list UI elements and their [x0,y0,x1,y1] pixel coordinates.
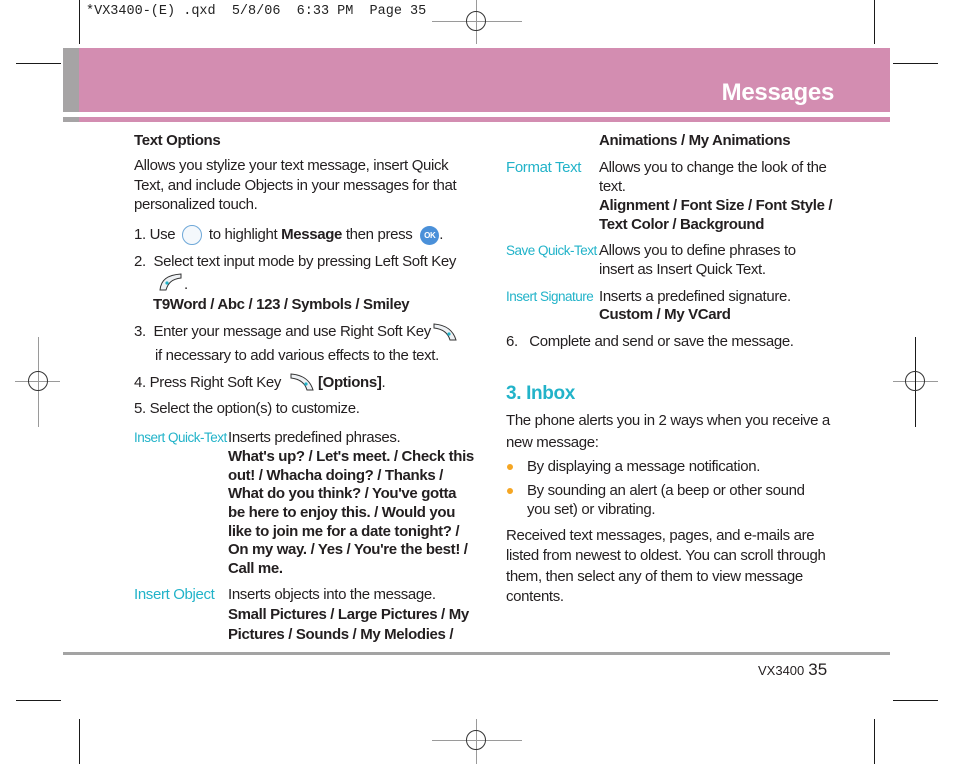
inbox-body: them, then select any of them to view me… [506,568,803,585]
option-values: Custom / My VCard [599,306,731,323]
option-desc: Inserts a predefined signature. [599,288,791,305]
page-title: Messages [721,79,835,106]
option-values: like to join me for a date tonight? / [228,523,460,540]
crop-mark [16,700,61,701]
step-1: 1. Use to highlight Message then press O… [134,225,443,246]
step-text: to highlight [208,226,278,243]
option-desc: Allows you to define phrases to [599,242,796,259]
step-6: 6. Complete and send or save the message… [506,332,794,352]
step-5: 5. Select the option(s) to customize. [134,399,360,419]
right-soft-key-icon [432,322,458,347]
bullet-icon [507,488,513,494]
header-strip-tab [63,117,79,122]
inbox-intro: new message: [506,434,599,451]
option-values: Animations / My Animations [599,132,791,149]
step-number: 6. [506,333,518,350]
intro-line: Allows you stylize your text message, in… [134,157,449,174]
bullet-icon [507,464,513,470]
step-end: . [184,276,188,293]
step-4-options: [Options]. [318,374,386,391]
step-2: 2. Select text input mode by pressing Le… [134,252,456,272]
step-text: if necessary to add various effects to t… [155,347,439,364]
option-label-insert-object: Insert Object [134,586,215,603]
option-values: What do you think? / You've gotta [228,485,457,502]
option-label-insert-signature: Insert Signature [506,289,594,304]
crop-mark [16,63,61,64]
registration-circle [466,11,486,31]
bullet-item: you set) or vibrating. [527,501,656,518]
footer-rule [63,652,890,655]
options-label: [Options] [318,374,382,391]
option-values: be here to enjoy this. / Would you [228,504,456,521]
intro-line: personalized touch. [134,196,258,213]
option-values: Alignment / Font Size / Font Style / [599,197,833,214]
step-text: Select text input mode by pressing Left … [153,253,456,270]
inbox-body: listed from newest to oldest. You can sc… [506,547,826,564]
option-desc: Allows you to change the look of the [599,159,827,176]
option-values: Pictures / Sounds / My Melodies / [228,626,454,643]
option-desc: Inserts objects into the message. [228,586,436,603]
print-slug: *VX3400-(E) .qxd 5/8/06 6:33 PM Page 35 [86,4,427,19]
step-text: Use [149,226,176,243]
right-soft-key-icon [289,372,315,397]
step-options: T9Word / Abc / 123 / Symbols / Smiley [153,296,410,313]
step-text: then press [345,226,413,243]
inbox-body: Received text messages, pages, and e-mai… [506,527,815,544]
inbox-body: contents. [506,588,564,605]
registration-circle [905,371,925,391]
section-heading-inbox: 3. Inbox [506,383,575,404]
option-desc: text. [599,178,626,195]
inbox-intro: The phone alerts you in 2 ways when you … [506,412,830,429]
section-heading: Text Options [134,132,221,149]
crop-mark [79,0,80,44]
crop-mark [874,0,875,44]
option-values: out! / Whacha doing? / Thanks / [228,467,443,484]
step-text: Complete and send or save the message. [529,333,794,350]
page-footer: VX3400 35 [758,660,827,680]
step-number: 1. [134,226,146,243]
step-text: Enter your message and use Right Soft Ke… [153,323,431,340]
ok-key-icon: OK [420,225,440,245]
step-4: 4. Press Right Soft Key [134,373,281,393]
option-values: Text Color / Background [599,216,765,233]
step-number: 2. [134,253,146,270]
crop-mark [874,719,875,764]
crop-mark [893,700,938,701]
option-values: On my way. / Yes / You're the best! / [228,541,468,558]
bullet-item: By displaying a message notification. [527,458,761,475]
step-bold: Message [281,226,343,243]
step-3: 3. Enter your message and use Right Soft… [134,322,431,342]
option-label-save-quick-text: Save Quick-Text [506,243,597,258]
crop-mark [893,63,938,64]
option-desc: insert as Insert Quick Text. [599,261,766,278]
step-text: Press Right Soft Key [149,374,282,391]
option-label-format-text: Format Text [506,159,582,176]
crop-mark [79,719,80,764]
registration-circle [466,730,486,750]
header-tab [63,48,79,112]
intro-line: Text, and include Objects in your messag… [134,177,457,194]
option-values: Call me. [228,560,283,577]
option-values: Small Pictures / Large Pictures / My [228,606,469,623]
navigation-key-icon [182,225,203,246]
header-strip [63,117,890,122]
model-name: VX3400 [758,663,805,678]
option-values: What's up? / Let's meet. / Check this [228,448,474,465]
left-soft-key-icon [157,272,183,297]
page-number: 35 [808,660,828,679]
option-desc: Inserts predefined phrases. [228,429,401,446]
step-number: 3. [134,323,146,340]
option-label-insert-quick-text: Insert Quick-Text [134,430,227,445]
step-number: 4. [134,374,146,391]
bullet-item: By sounding an alert (a beep or other so… [527,482,805,499]
registration-circle [28,371,48,391]
step-text: Select the option(s) to customize. [149,400,360,417]
step-number: 5. [134,400,146,417]
